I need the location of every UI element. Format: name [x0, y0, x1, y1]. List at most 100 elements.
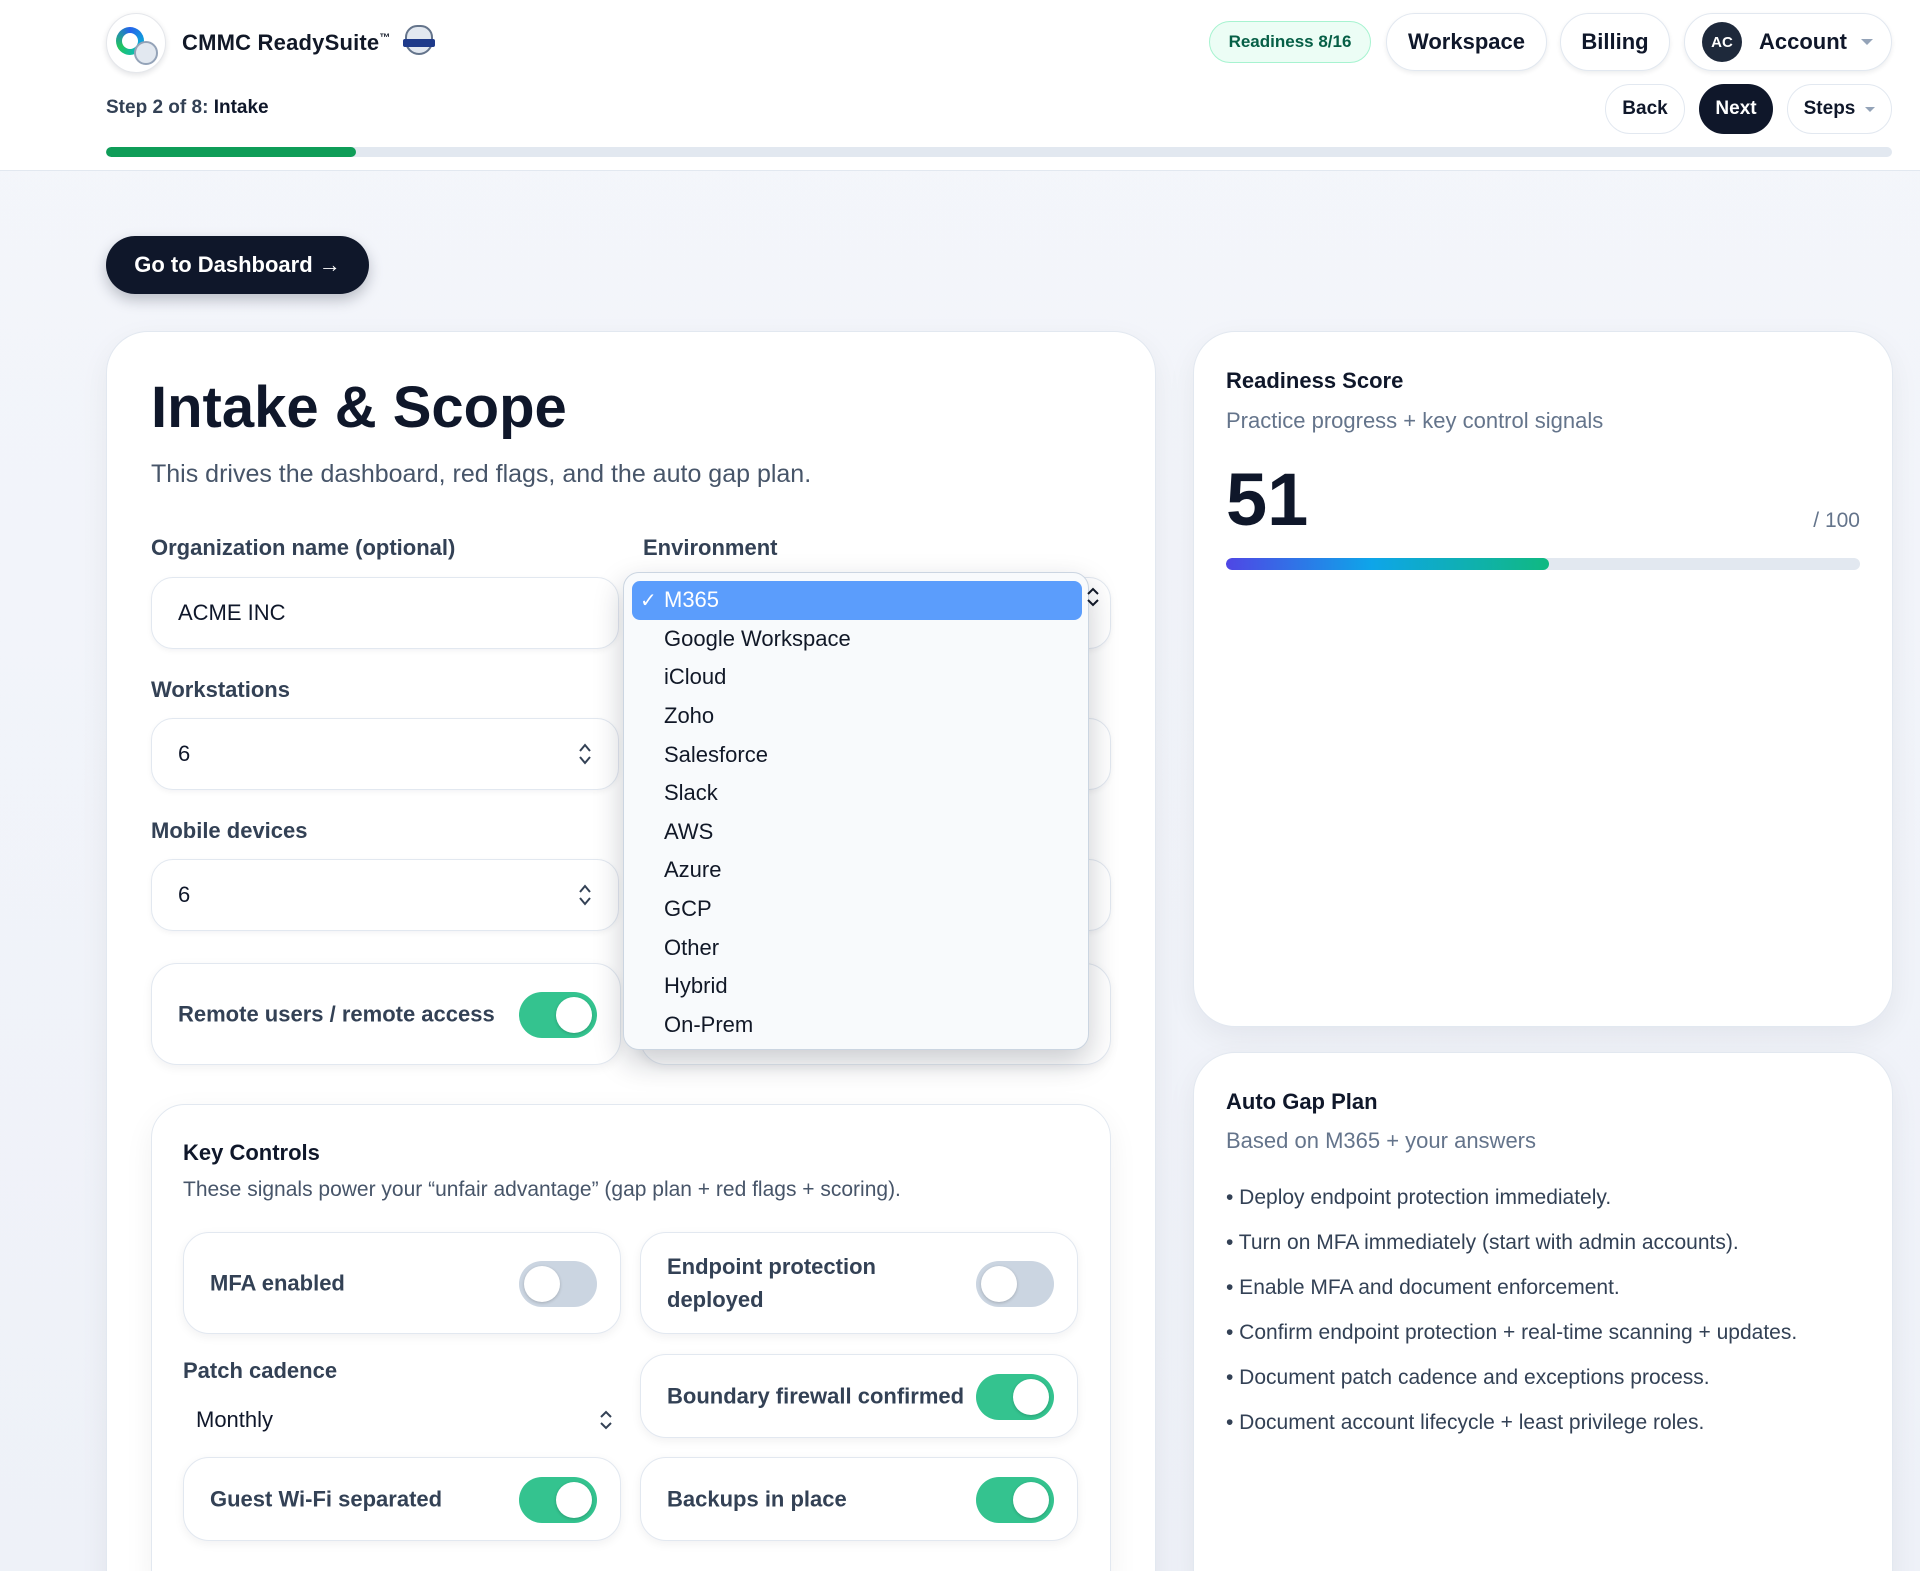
- environment-option[interactable]: AWS: [632, 813, 1082, 852]
- gap-plan-item: • Turn on MFA immediately (start with ad…: [1226, 1231, 1739, 1254]
- billing-button[interactable]: Billing: [1560, 13, 1670, 71]
- top-header: CMMC ReadySuite™ Readiness 8/16 Workspac…: [0, 0, 1920, 171]
- environment-option[interactable]: Other: [632, 928, 1082, 967]
- page-subtitle: This drives the dashboard, red flags, an…: [151, 460, 812, 488]
- org-name-input[interactable]: ACME INC: [151, 577, 619, 649]
- avatar: AC: [1702, 22, 1742, 62]
- brand[interactable]: CMMC ReadySuite™: [106, 13, 435, 73]
- readiness-score-subtitle: Practice progress + key control signals: [1226, 408, 1604, 433]
- environment-option-label: M365: [664, 587, 720, 613]
- step-indicator: Step 2 of 8: Intake: [106, 97, 269, 118]
- backups-toggle[interactable]: [976, 1477, 1054, 1523]
- key-controls-subtitle: These signals power your “unfair advanta…: [183, 1178, 901, 1201]
- environment-dropdown-menu[interactable]: ✓ M365 Google Workspace iCloud Zoho Salesforc…: [623, 572, 1089, 1050]
- chevron-down-icon: [1865, 106, 1876, 112]
- readiness-score-fill: [1226, 558, 1550, 570]
- environment-option-label: On-Prem: [664, 1011, 754, 1037]
- environment-option[interactable]: Azure: [632, 851, 1082, 890]
- account-label: Account: [1759, 29, 1847, 54]
- mfa-card: MFA enabled: [183, 1232, 621, 1334]
- key-controls-title: Key Controls: [183, 1140, 320, 1165]
- environment-option[interactable]: ✓ M365: [632, 581, 1082, 620]
- org-name-label: Organization name (optional): [151, 535, 456, 560]
- mobile-devices-label: Mobile devices: [151, 818, 308, 843]
- workstations-value: 6: [178, 741, 191, 766]
- gap-plan-item: • Enable MFA and document enforcement.: [1226, 1276, 1620, 1299]
- patch-cadence-select[interactable]: Monthly: [183, 1396, 621, 1444]
- endpoint-toggle[interactable]: [976, 1261, 1054, 1307]
- environment-option-label: Hybrid: [664, 973, 728, 999]
- readiness-score-card: [1193, 331, 1893, 1027]
- environment-option-label: Salesforce: [664, 741, 768, 767]
- environment-option-label: GCP: [664, 896, 712, 922]
- remote-access-label: Remote users / remote access: [178, 1001, 495, 1027]
- readiness-score-value: 51: [1226, 458, 1309, 541]
- mobile-devices-value: 6: [178, 882, 191, 907]
- environment-option[interactable]: On-Prem: [632, 1006, 1082, 1045]
- wizard-progress-bar: [106, 147, 1892, 157]
- guest-wifi-card: Guest Wi-Fi separated: [183, 1457, 621, 1541]
- gap-plan-item: • Deploy endpoint protection immediately…: [1226, 1186, 1612, 1209]
- workspace-button[interactable]: Workspace: [1386, 13, 1547, 71]
- steps-label: Steps: [1803, 98, 1856, 119]
- environment-option[interactable]: Salesforce: [632, 735, 1082, 774]
- workstations-label: Workstations: [151, 677, 290, 702]
- remote-access-toggle[interactable]: [519, 992, 597, 1038]
- environment-option[interactable]: iCloud: [632, 658, 1082, 697]
- mobile-devices-stepper[interactable]: 6: [151, 859, 619, 931]
- environment-option-label: Zoho: [664, 703, 715, 729]
- environment-option-label: Slack: [664, 780, 718, 806]
- environment-option-label: AWS: [664, 818, 714, 844]
- checkmark-icon: ✓: [640, 589, 657, 612]
- gap-plan-item: • Confirm endpoint protection + real-tim…: [1226, 1321, 1798, 1344]
- environment-option-label: Google Workspace: [664, 625, 851, 651]
- remote-access-card: Remote users / remote access: [151, 963, 621, 1065]
- stepper-arrows-icon[interactable]: [578, 882, 592, 908]
- wizard-progress-fill: [106, 147, 357, 157]
- account-menu-button[interactable]: AC Account: [1684, 13, 1892, 71]
- select-arrows-icon: [600, 1410, 612, 1430]
- readiness-score-title: Readiness Score: [1226, 368, 1404, 393]
- firewall-toggle[interactable]: [976, 1374, 1054, 1420]
- workstations-stepper[interactable]: 6: [151, 718, 619, 790]
- gap-plan-item: • Document patch cadence and exceptions …: [1226, 1366, 1710, 1389]
- environment-option-label: iCloud: [664, 664, 727, 690]
- environment-option-label: Other: [664, 934, 720, 960]
- trademark: ™: [379, 32, 391, 44]
- mfa-label: MFA enabled: [210, 1270, 345, 1296]
- environment-option-label: Azure: [664, 857, 722, 883]
- patch-cadence-value: Monthly: [196, 1407, 274, 1432]
- readiness-score-max: / 100: [1813, 509, 1860, 532]
- endpoint-card: Endpoint protection deployed: [640, 1232, 1078, 1334]
- back-button[interactable]: Back: [1605, 84, 1685, 134]
- readiness-badge: Readiness 8/16: [1209, 21, 1371, 63]
- guest-wifi-label: Guest Wi-Fi separated: [210, 1486, 443, 1512]
- next-button[interactable]: Next: [1699, 84, 1773, 134]
- environment-option[interactable]: Google Workspace: [632, 620, 1082, 659]
- firewall-card: Boundary firewall confirmed: [640, 1354, 1078, 1438]
- brand-logo-icon: [106, 13, 166, 73]
- guest-wifi-toggle[interactable]: [519, 1477, 597, 1523]
- step-name: Intake: [213, 97, 269, 118]
- endpoint-label: Endpoint protection deployed: [667, 1254, 876, 1312]
- mfa-toggle[interactable]: [519, 1261, 597, 1307]
- gap-plan-subtitle: Based on M365 + your answers: [1226, 1128, 1537, 1153]
- environment-label: Environment: [643, 535, 778, 560]
- gap-plan-title: Auto Gap Plan: [1226, 1089, 1378, 1114]
- app-name: CMMC ReadySuite™: [182, 30, 391, 55]
- steps-menu-button[interactable]: Steps: [1787, 84, 1892, 134]
- gap-plan-item: • Document account lifecycle + least pri…: [1226, 1411, 1705, 1434]
- backups-label: Backups in place: [667, 1486, 847, 1512]
- chevron-down-icon: [1861, 39, 1873, 45]
- environment-option[interactable]: GCP: [632, 890, 1082, 929]
- readiness-score-bar: [1226, 558, 1860, 570]
- select-arrows-icon: [1087, 587, 1099, 607]
- backups-card: Backups in place: [640, 1457, 1078, 1541]
- page-title: Intake & Scope: [151, 375, 567, 440]
- certification-seal-icon: [402, 25, 435, 61]
- environment-option[interactable]: Hybrid: [632, 967, 1082, 1006]
- go-to-dashboard-button[interactable]: Go to Dashboard →: [106, 236, 369, 294]
- environment-option[interactable]: Zoho: [632, 697, 1082, 736]
- environment-option[interactable]: Slack: [632, 774, 1082, 813]
- stepper-arrows-icon[interactable]: [578, 741, 592, 767]
